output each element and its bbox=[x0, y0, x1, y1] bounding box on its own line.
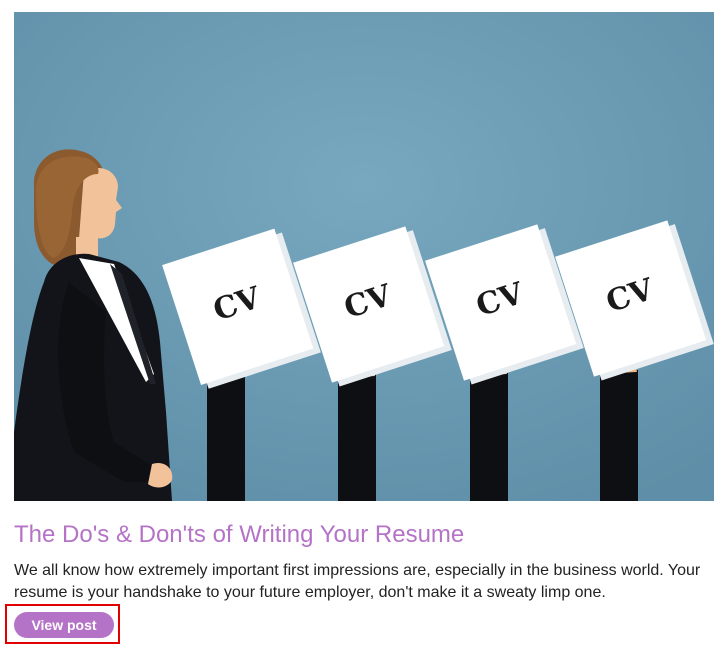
hiring-illustration: CV CV CV CV bbox=[14, 12, 714, 501]
post-excerpt: We all know how extremely important firs… bbox=[14, 562, 701, 601]
post-featured-image[interactable]: CV CV CV CV bbox=[14, 12, 714, 501]
post-title[interactable]: The Do's & Don'ts of Writing Your Resume bbox=[14, 519, 464, 551]
view-post-button[interactable]: View post bbox=[14, 612, 114, 638]
